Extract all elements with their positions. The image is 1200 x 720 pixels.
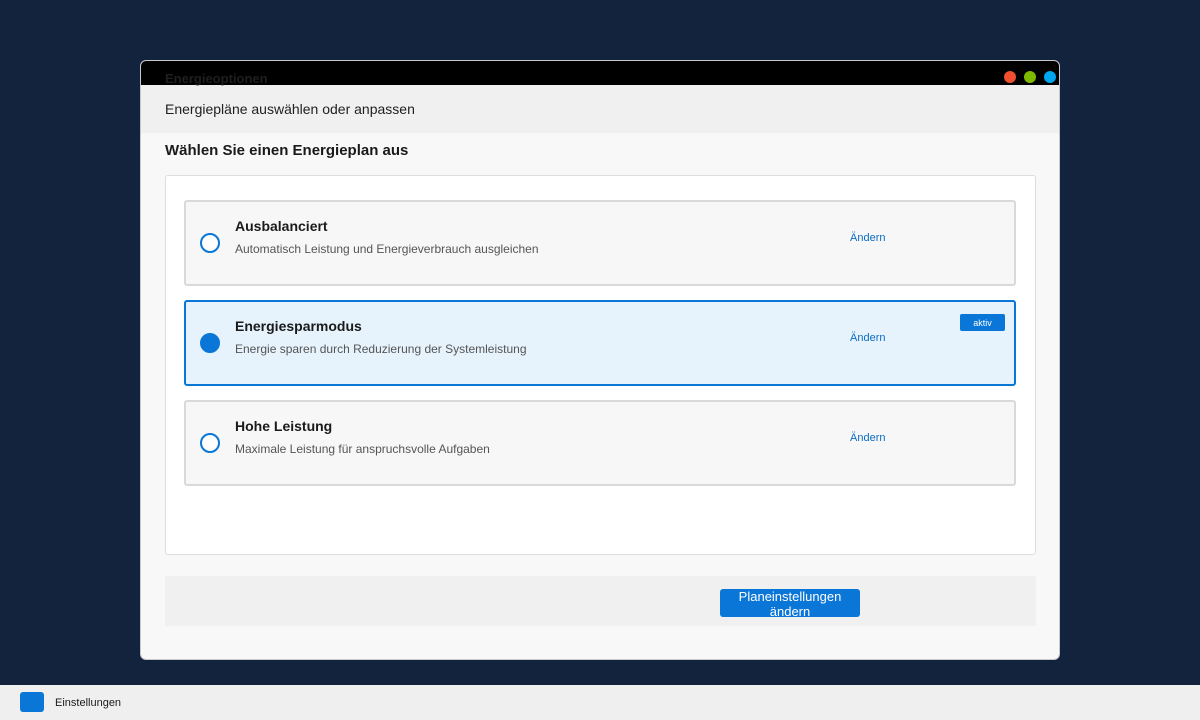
change-plan-link[interactable]: Ändern — [850, 332, 885, 344]
plan-item-high-performance[interactable]: Hohe Leistung Maximale Leistung für ansp… — [184, 400, 1016, 486]
radio-button-checked[interactable] — [200, 333, 220, 353]
active-badge: aktiv — [960, 314, 1005, 331]
action-bar: Planeinstellungen ändern — [165, 576, 1036, 626]
close-icon[interactable] — [1004, 71, 1016, 83]
maximize-icon[interactable] — [1044, 71, 1056, 83]
power-options-window: Energieoptionen Energiepläne auswählen o… — [140, 60, 1060, 660]
plan-description: Energie sparen durch Reduzierung der Sys… — [235, 342, 527, 356]
plan-description: Automatisch Leistung und Energieverbrauc… — [235, 242, 539, 256]
taskbar: Einstellungen — [0, 685, 1200, 720]
plan-description: Maximale Leistung für anspruchsvolle Auf… — [235, 442, 490, 456]
taskbar-app-label[interactable]: Einstellungen — [55, 697, 121, 709]
plan-name: Energiesparmodus — [235, 318, 362, 334]
plan-item-power-saver[interactable]: Energiesparmodus Energie sparen durch Re… — [184, 300, 1016, 386]
window-title: Energieoptionen — [165, 71, 268, 86]
plan-name: Hohe Leistung — [235, 418, 333, 434]
radio-button[interactable] — [200, 433, 220, 453]
change-plan-link[interactable]: Ändern — [850, 232, 885, 244]
minimize-icon[interactable] — [1024, 71, 1036, 83]
plan-item-balanced[interactable]: Ausbalanciert Automatisch Leistung und E… — [184, 200, 1016, 286]
settings-app-icon[interactable] — [20, 692, 44, 712]
section-title: Wählen Sie einen Energieplan aus — [165, 142, 409, 159]
title-bar[interactable]: Energieoptionen — [141, 61, 1059, 86]
plan-list: Ausbalanciert Automatisch Leistung und E… — [165, 175, 1036, 555]
change-plan-settings-button[interactable]: Planeinstellungen ändern — [720, 589, 860, 619]
window-controls — [1004, 71, 1056, 83]
plan-name: Ausbalanciert — [235, 218, 328, 234]
subheader: Energiepläne auswählen oder anpassen — [141, 85, 1059, 133]
radio-button[interactable] — [200, 233, 220, 253]
change-plan-link[interactable]: Ändern — [850, 432, 885, 444]
